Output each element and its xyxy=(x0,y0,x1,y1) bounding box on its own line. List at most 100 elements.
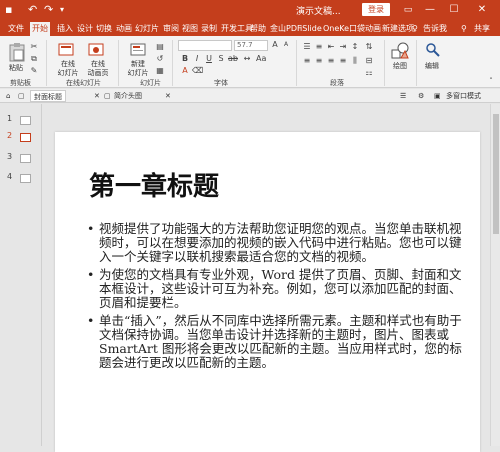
tab-list-icon[interactable]: ☰ xyxy=(400,90,406,102)
multi-window-icon[interactable]: ▣ xyxy=(434,90,441,102)
font-color-icon[interactable]: A xyxy=(180,66,190,76)
slides-group-label: 幻灯片 xyxy=(140,79,161,87)
char-spacing-icon[interactable]: ↔ xyxy=(242,54,252,64)
slide-canvas: 第一章标题 • 视频提供了功能强大的方法帮助您证明您的观点。当您单击联机视频时，可… xyxy=(43,104,490,452)
login-button[interactable]: 登录 xyxy=(362,3,390,16)
decrease-indent-icon[interactable]: ⇤ xyxy=(326,42,336,52)
window-title: 演示文稿... xyxy=(296,7,341,17)
underline-icon[interactable]: U xyxy=(204,54,214,64)
collapse-ribbon-icon[interactable]: ˄ xyxy=(486,76,496,86)
tab-pocket-animation[interactable]: 口袋动画 xyxy=(347,22,383,36)
home-doc-icon[interactable]: ⌂ xyxy=(6,90,10,102)
font-size-select[interactable]: 57.7 xyxy=(234,40,268,51)
paste-icon[interactable] xyxy=(8,42,26,62)
minimize-button[interactable]: — xyxy=(420,2,440,18)
tab-slideshow[interactable]: 幻灯片 xyxy=(133,22,161,36)
slide-title[interactable]: 第一章标题 xyxy=(89,166,219,203)
find-icon[interactable] xyxy=(425,42,441,58)
doc-tab-cover-title[interactable]: 封面标题 xyxy=(30,90,66,102)
bullet-dot: • xyxy=(87,313,95,328)
columns-icon[interactable]: ⫼ xyxy=(350,56,360,66)
doc-tab-icon: ▢ xyxy=(104,92,111,100)
shadow-icon[interactable]: S xyxy=(216,54,226,64)
settings-icon[interactable]: ⚙ xyxy=(418,90,424,102)
text-direction-icon[interactable]: ⇅ xyxy=(364,42,374,52)
maximize-button[interactable]: ☐ xyxy=(444,2,464,18)
vertical-scrollbar[interactable] xyxy=(490,104,500,446)
close-tab-icon[interactable]: ✕ xyxy=(94,90,100,102)
tab-record[interactable]: 录制 xyxy=(199,22,219,36)
bullet-dot: • xyxy=(87,221,95,236)
tab-islide[interactable]: iSlide xyxy=(298,22,324,36)
shrink-font-icon[interactable]: A xyxy=(281,40,291,50)
close-button[interactable]: ✕ xyxy=(472,2,492,18)
bullet-text: 单击“插入”，然后从不同库中选择所需元素。主题和样式也有助于文档保持协调。当您单… xyxy=(99,313,462,370)
layout-icon[interactable]: ▤ xyxy=(155,42,165,52)
slide-thumbnail[interactable] xyxy=(20,154,31,163)
reset-icon[interactable]: ↺ xyxy=(155,54,165,64)
ribbon-display-icon[interactable]: ▭ xyxy=(398,2,418,18)
save-icon[interactable]: ▪ xyxy=(5,3,12,17)
customize-toolbar-icon[interactable]: ▾ xyxy=(60,3,64,17)
slide-thumbnail[interactable] xyxy=(20,174,31,183)
cut-icon[interactable]: ✂ xyxy=(29,42,39,52)
bullet-item: • 单击“插入”，然后从不同库中选择所需元素。主题和样式也有助于文档保持协调。当您… xyxy=(87,314,467,370)
redo-icon[interactable]: ↷ xyxy=(44,3,53,17)
tab-review[interactable]: 审阅 xyxy=(161,22,181,36)
justify-icon[interactable]: ≡ xyxy=(338,56,348,66)
smartart-icon[interactable]: ⚏ xyxy=(364,68,374,78)
align-left-icon[interactable]: ≡ xyxy=(302,56,312,66)
align-right-icon[interactable]: ≡ xyxy=(326,56,336,66)
scrollbar-thumb[interactable] xyxy=(493,114,499,234)
online-animation-icon[interactable] xyxy=(88,42,104,58)
copy-icon[interactable]: ⧉ xyxy=(29,54,39,64)
bullet-item: • 为使您的文档具有专业外观，Word 提供了页眉、页脚、封面和文本框设计，这些设… xyxy=(87,268,467,310)
undo-icon[interactable]: ↶ xyxy=(28,3,37,17)
grow-font-icon[interactable]: A xyxy=(270,40,280,50)
section-icon[interactable]: ▦ xyxy=(155,66,165,76)
align-text-icon[interactable]: ⊟ xyxy=(364,56,374,66)
change-case-icon[interactable]: Aa xyxy=(256,54,266,64)
numbering-icon[interactable]: ≡ xyxy=(314,42,324,52)
tab-home[interactable]: 开始 xyxy=(30,22,50,36)
slide-thumbnail[interactable] xyxy=(20,116,31,125)
ribbon: 粘贴 ✂ ⧉ ✎ 剪贴板 在线 幻灯片 在线 动画页 在线幻灯片 新建 幻灯片 … xyxy=(0,36,500,88)
slide[interactable]: 第一章标题 • 视频提供了功能强大的方法帮助您证明您的观点。当您单击联机视频时，可… xyxy=(55,132,480,452)
multi-window-label[interactable]: 多窗口模式 xyxy=(446,90,481,102)
bold-icon[interactable]: B xyxy=(180,54,190,64)
tab-insert[interactable]: 插入 xyxy=(55,22,75,36)
doc-tab-intro[interactable]: 简介头图 xyxy=(114,90,142,102)
format-painter-icon[interactable]: ✎ xyxy=(29,66,39,76)
tab-design[interactable]: 设计 xyxy=(75,22,95,36)
tab-help[interactable]: 帮助 xyxy=(248,22,268,36)
separator xyxy=(172,40,173,86)
shapes-icon[interactable] xyxy=(391,42,409,60)
strikethrough-icon[interactable]: ab xyxy=(228,54,238,64)
online-slides-group-label: 在线幻灯片 xyxy=(66,79,101,87)
share-icon[interactable]: ⚲ xyxy=(459,22,469,36)
online-slide-icon[interactable] xyxy=(58,42,74,58)
tab-file[interactable]: 文件 xyxy=(6,22,26,36)
bullets-icon[interactable]: ☰ xyxy=(302,42,312,52)
slide-number: 3 xyxy=(7,152,13,161)
tab-transitions[interactable]: 切换 xyxy=(94,22,114,36)
align-center-icon[interactable]: ≡ xyxy=(314,56,324,66)
separator xyxy=(46,40,47,86)
bullet-list[interactable]: • 视频提供了功能强大的方法帮助您证明您的观点。当您单击联机视频时，可以在想要添加… xyxy=(87,222,467,374)
clear-format-icon[interactable]: ⌫ xyxy=(192,66,203,76)
close-tab-icon[interactable]: ✕ xyxy=(165,90,171,102)
slide-thumbnail-selected[interactable] xyxy=(20,133,31,142)
line-spacing-icon[interactable]: ↕ xyxy=(350,42,360,52)
tell-me-search[interactable]: 告诉我 xyxy=(421,22,449,36)
font-family-select[interactable] xyxy=(178,40,232,51)
new-slide-icon[interactable] xyxy=(130,42,146,58)
tab-view[interactable]: 视图 xyxy=(180,22,200,36)
tab-animations[interactable]: 动画 xyxy=(114,22,134,36)
title-bar: ▪ ↶ ↷ ▾ 演示文稿... 登录 ▭ — ☐ ✕ xyxy=(0,0,500,21)
share-button[interactable]: 共享 xyxy=(472,22,492,36)
new-slide-label: 新建 幻灯片 xyxy=(127,60,149,77)
increase-indent-icon[interactable]: ⇥ xyxy=(338,42,348,52)
italic-icon[interactable]: I xyxy=(192,54,202,64)
separator xyxy=(384,40,385,86)
bullet-text: 为使您的文档具有专业外观，Word 提供了页眉、页脚、封面和文本框设计，这些设计… xyxy=(99,267,462,310)
